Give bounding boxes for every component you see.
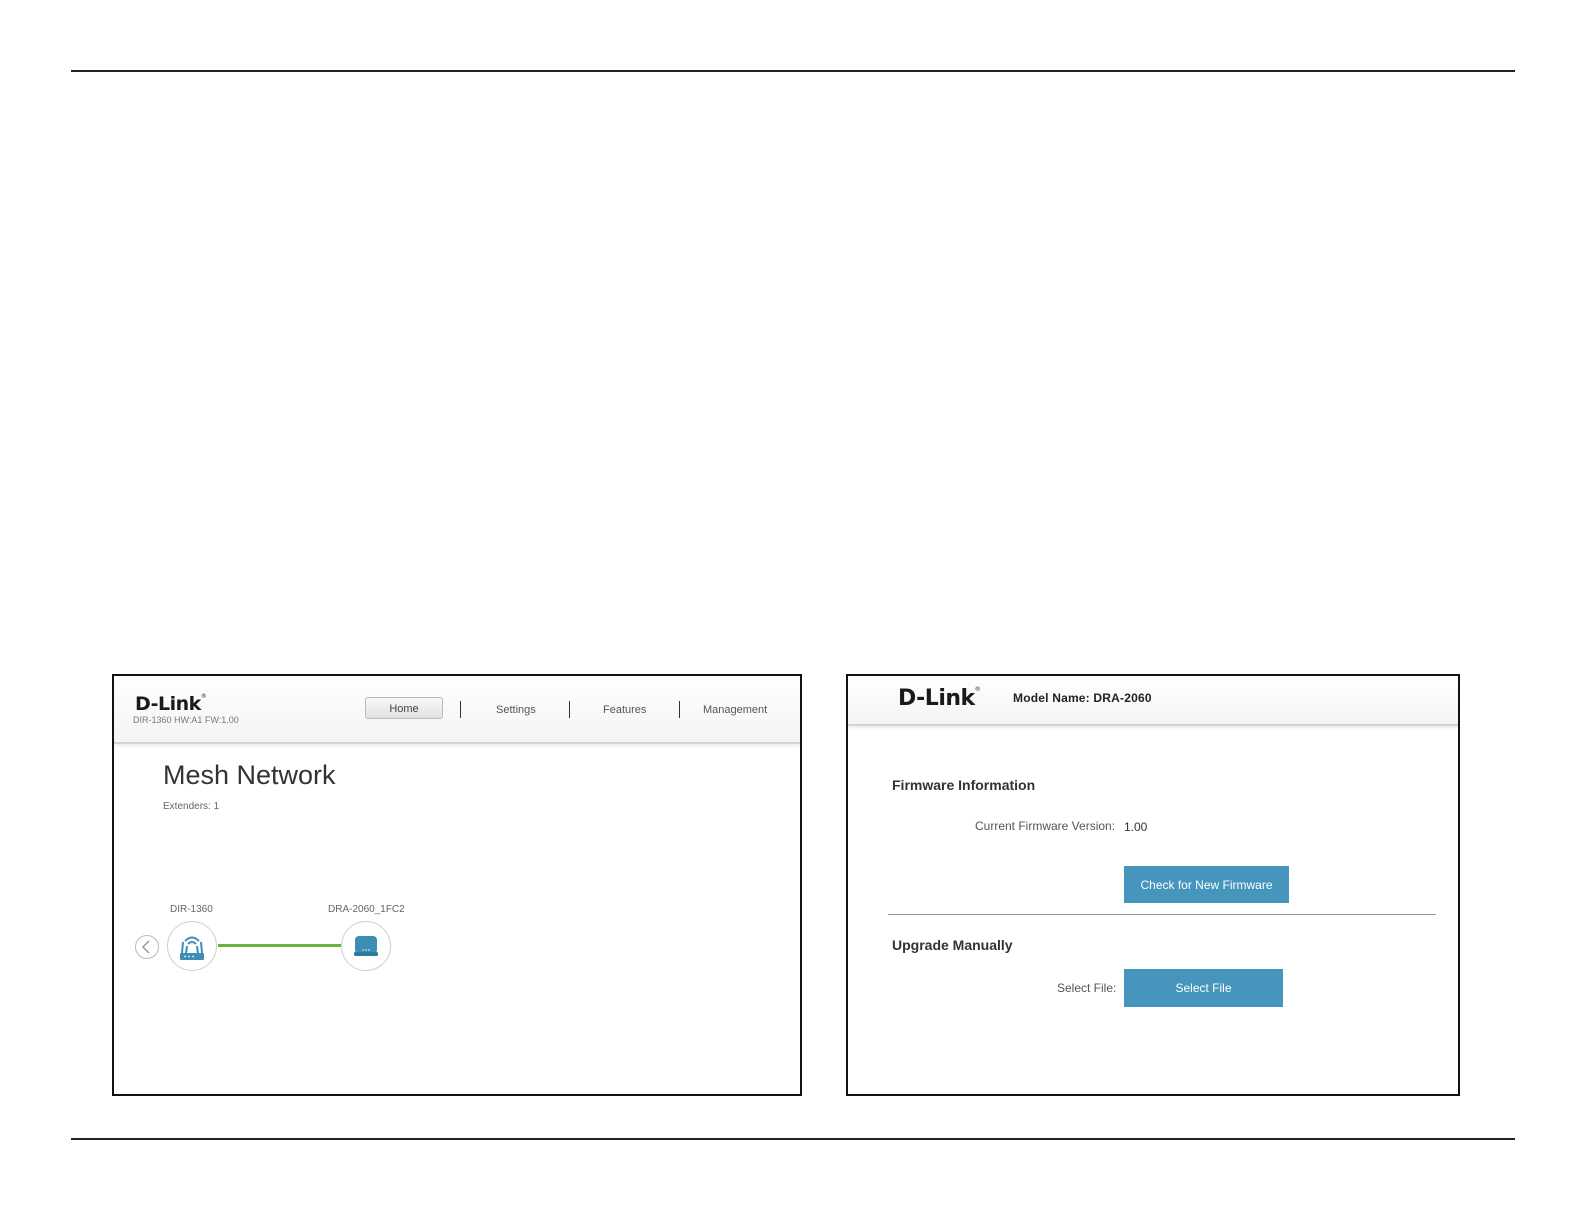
nav-separator xyxy=(460,701,461,718)
extender-icon xyxy=(354,936,378,956)
dlink-logo: D-Link® xyxy=(135,693,207,715)
select-file-label: Select File: xyxy=(1057,981,1117,995)
router-header: D-Link® DIR-1360 HW:A1 FW:1.00 Home Sett… xyxy=(114,676,800,744)
upgrade-manually-heading: Upgrade Manually xyxy=(892,937,1013,953)
check-firmware-button[interactable]: Check for New Firmware xyxy=(1124,866,1289,903)
tab-features[interactable]: Features xyxy=(603,704,646,716)
tab-settings[interactable]: Settings xyxy=(496,704,536,716)
back-button[interactable] xyxy=(135,935,159,959)
extender-header: D-Link® Model Name: DRA-2060 xyxy=(848,676,1458,726)
tab-home[interactable]: Home xyxy=(365,697,443,719)
firmware-information-heading: Firmware Information xyxy=(892,777,1036,793)
nav-separator xyxy=(569,701,570,718)
extenders-count: Extenders: 1 xyxy=(163,801,220,812)
hardware-info: DIR-1360 HW:A1 FW:1.00 xyxy=(133,715,239,725)
extender-node[interactable] xyxy=(341,921,391,971)
bottom-rule xyxy=(71,1138,1515,1140)
extender-node-label: DRA-2060_1FC2 xyxy=(328,904,405,915)
top-rule xyxy=(71,70,1515,72)
model-name: Model Name: DRA-2060 xyxy=(1013,691,1152,705)
router-node-label: DIR-1360 xyxy=(170,904,213,915)
router-node[interactable] xyxy=(167,921,217,971)
current-firmware-version-value: 1.00 xyxy=(1124,820,1148,834)
mesh-network-screenshot: D-Link® DIR-1360 HW:A1 FW:1.00 Home Sett… xyxy=(112,674,802,1096)
nav-separator xyxy=(679,701,680,718)
router-icon xyxy=(180,936,204,960)
dlink-logo: D-Link® xyxy=(898,686,981,711)
page-title: Mesh Network xyxy=(163,760,336,790)
current-firmware-version-label: Current Firmware Version: xyxy=(975,819,1116,833)
firmware-screenshot: D-Link® Model Name: DRA-2060 Firmware In… xyxy=(846,674,1460,1096)
chevron-left-icon xyxy=(141,940,150,954)
mesh-link-line xyxy=(218,944,342,947)
tab-management[interactable]: Management xyxy=(703,704,767,716)
select-file-button[interactable]: Select File xyxy=(1124,969,1283,1007)
section-divider xyxy=(888,914,1436,915)
